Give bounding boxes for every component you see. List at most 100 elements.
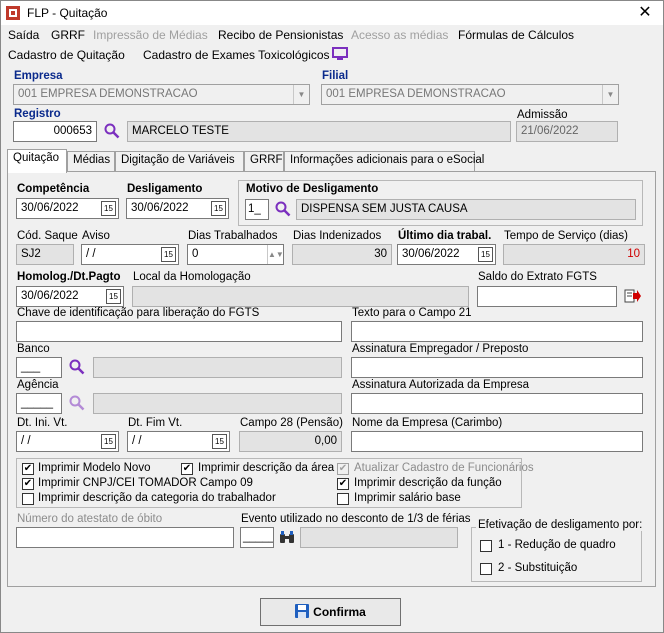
evento-ferias-input[interactable]: _____ [240, 527, 274, 548]
menu-impressao-medias: Impressão de Médias [93, 28, 208, 42]
tempo-servico-label: Tempo de Serviço (dias) [504, 230, 628, 242]
calendar-icon[interactable]: 15 [106, 289, 121, 304]
menu-formulas-calculos[interactable]: Fórmulas de Cálculos [458, 28, 574, 42]
chave-fgts-label: Chave de identificação para liberação do… [17, 307, 260, 319]
motivo-label: Motivo de Desligamento [246, 183, 379, 195]
tab-medias[interactable]: Médias [67, 151, 115, 172]
nome-empresa-label: Nome da Empresa (Carimbo) [352, 417, 503, 429]
dias-trabalhados-input[interactable]: 0 ▲▼ [187, 244, 284, 265]
chk-desc-categoria[interactable] [22, 493, 34, 505]
chk-efet-reducao[interactable] [480, 540, 492, 552]
homolog-input[interactable]: 30/06/2022 15 [16, 286, 124, 307]
admissao-field: 21/06/2022 [516, 121, 618, 142]
assinatura-empregador-label: Assinatura Empregador / Preposto [352, 343, 529, 355]
cod-saque-label: Cód. Saque [17, 230, 78, 242]
chk-efet-substituicao[interactable] [480, 563, 492, 575]
tab-quitacao[interactable]: Quitação [7, 149, 67, 173]
motivo-descricao: DISPENSA SEM JUSTA CAUSA [296, 199, 636, 220]
competencia-label: Competência [17, 183, 90, 195]
homolog-label: Homolog./Dt.Pagto [17, 271, 121, 283]
banco-input[interactable]: ___ [16, 357, 62, 378]
registro-input[interactable]: 000653 [13, 121, 97, 142]
atestado-obito-label: Número do atestato de óbito [17, 513, 163, 525]
dt-ini-vt-label: Dt. Ini. Vt. [17, 417, 68, 429]
saldo-fgts-label: Saldo do Extrato FGTS [478, 271, 597, 283]
campo28-label: Campo 28 (Pensão) [240, 417, 343, 429]
spin-icon[interactable]: ▲▼ [267, 245, 283, 264]
menu-cadastro-exames[interactable]: Cadastro de Exames Toxicológicos [143, 48, 330, 62]
aviso-input[interactable]: / / 15 [81, 244, 179, 265]
search-icon[interactable] [104, 123, 120, 139]
desligamento-input[interactable]: 30/06/2022 15 [126, 198, 229, 219]
chevron-down-icon[interactable]: ▼ [602, 85, 618, 104]
app-icon [6, 6, 20, 20]
registro-label: Registro [14, 108, 61, 120]
confirm-button[interactable]: Confirma [260, 598, 401, 626]
calendar-icon[interactable]: 15 [211, 201, 226, 216]
chevron-down-icon[interactable]: ▼ [293, 85, 309, 104]
agencia-input[interactable]: _____ [16, 393, 62, 414]
calendar-icon[interactable]: 15 [478, 247, 493, 262]
menu-recibo-pensionistas[interactable]: Recibo de Pensionistas [218, 28, 343, 42]
chk-modelo-novo[interactable]: ✔ [22, 463, 34, 475]
evento-ferias-label: Evento utilizado no desconto de 1/3 de f… [241, 513, 471, 525]
empresa-label: Empresa [14, 70, 63, 82]
local-homolog-field [132, 286, 469, 307]
tempo-servico-field: 10 [503, 244, 645, 265]
chk-desc-categoria-label: Imprimir descrição da categoria do traba… [38, 492, 276, 504]
chk-desc-funcao-label: Imprimir descrição da função [354, 477, 502, 489]
dt-ini-vt-input[interactable]: / / 15 [16, 431, 119, 452]
calendar-icon[interactable]: 15 [161, 247, 176, 262]
chk-desc-funcao[interactable]: ✔ [337, 478, 349, 490]
search-icon[interactable] [69, 359, 85, 375]
empresa-select[interactable]: 001 EMPRESA DEMONSTRACAO ▼ [13, 84, 310, 105]
save-icon [295, 604, 310, 618]
binoculars-icon[interactable] [279, 529, 295, 545]
ultimo-dia-input[interactable]: 30/06/2022 15 [397, 244, 496, 265]
monitor-icon[interactable] [332, 47, 348, 61]
chk-atualizar-cadastro-label: Atualizar Cadastro de Funcionários [354, 462, 534, 474]
window-title: FLP - Quitação [27, 6, 108, 20]
calendar-icon[interactable]: 15 [212, 434, 227, 449]
nome-empresa-input[interactable] [351, 431, 643, 452]
close-icon[interactable]: ✕ [631, 3, 659, 23]
menu-cadastro-quitacao[interactable]: Cadastro de Quitação [8, 48, 125, 62]
chk-desc-area[interactable]: ✔ [181, 463, 193, 475]
motivo-code-input[interactable]: 1_ [245, 199, 269, 220]
filial-label: Filial [322, 70, 349, 82]
assinatura-autorizada-label: Assinatura Autorizada da Empresa [352, 379, 530, 391]
options-group: ✔ Imprimir Modelo Novo ✔ Imprimir descri… [16, 458, 534, 508]
texto-campo21-input[interactable] [351, 321, 643, 342]
banco-label: Banco [17, 343, 50, 355]
saldo-fgts-input[interactable] [477, 286, 617, 307]
agencia-nome-field [93, 393, 342, 414]
dt-fim-vt-input[interactable]: / / 15 [127, 431, 230, 452]
menu-saida[interactable]: Saída [8, 28, 39, 42]
admissao-label: Admissão [517, 109, 568, 121]
filial-select[interactable]: 001 EMPRESA DEMONSTRACAO ▼ [321, 84, 619, 105]
chk-salario-base-label: Imprimir salário base [354, 492, 461, 504]
chk-cnpj-tomador[interactable]: ✔ [22, 478, 34, 490]
competencia-input[interactable]: 30/06/2022 15 [16, 198, 119, 219]
atestado-obito-input[interactable] [16, 527, 234, 548]
menu-grrf[interactable]: GRRF [51, 28, 85, 42]
calendar-icon[interactable]: 15 [101, 201, 116, 216]
evento-descricao-field [300, 527, 458, 548]
tab-esocial[interactable]: Informações adicionais para o eSocial [284, 151, 484, 172]
assinatura-autorizada-input[interactable] [351, 393, 643, 414]
dias-indenizados-label: Dias Indenizados [293, 230, 382, 242]
texto-campo21-label: Texto para o Campo 21 [352, 307, 472, 319]
chk-efet-substituicao-label: 2 - Substituição [498, 562, 578, 574]
search-icon[interactable] [69, 395, 85, 411]
chk-salario-base[interactable] [337, 493, 349, 505]
desligamento-label: Desligamento [127, 183, 203, 195]
tab-digitacao-variaveis[interactable]: Digitação de Variáveis [115, 151, 244, 172]
tab-panel-quitacao: Competência 30/06/2022 15 Desligamento 3… [7, 171, 656, 587]
search-icon[interactable] [275, 201, 291, 217]
calendar-icon[interactable]: 15 [101, 434, 116, 449]
chave-fgts-input[interactable] [16, 321, 342, 342]
export-arrow-icon[interactable] [624, 288, 642, 304]
assinatura-empregador-input[interactable] [351, 357, 643, 378]
cod-saque-field: SJ2 [16, 244, 74, 265]
tab-grrf[interactable]: GRRF [244, 151, 284, 172]
